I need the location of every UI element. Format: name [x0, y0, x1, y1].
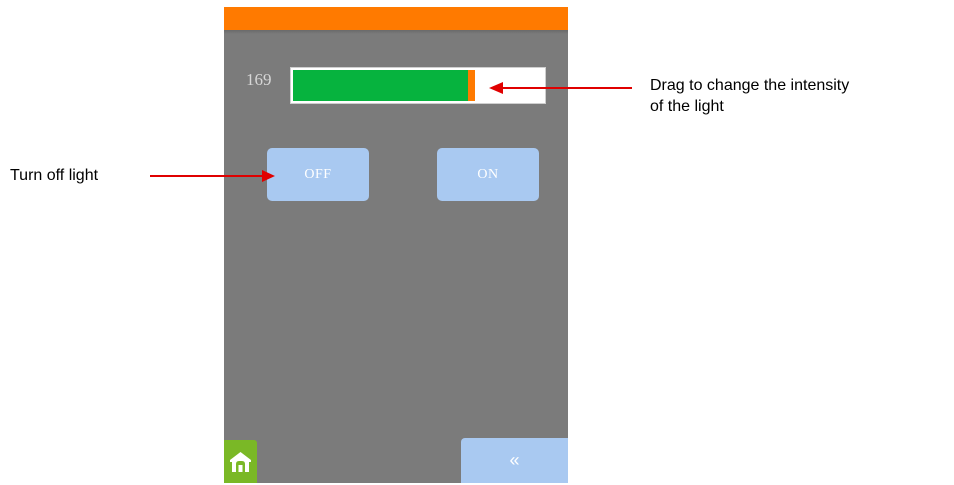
- turn-off-annotation: Turn off light: [10, 167, 99, 184]
- drag-annotation-line1: Drag to change the intensity: [650, 77, 850, 94]
- off-arrow: [150, 170, 275, 182]
- drag-annotation: Drag to change the intensity of the ligh…: [650, 75, 950, 117]
- drag-annotation-line2: of the light: [650, 98, 724, 115]
- annotation-arrows: [150, 82, 632, 182]
- drag-arrow: [489, 82, 632, 94]
